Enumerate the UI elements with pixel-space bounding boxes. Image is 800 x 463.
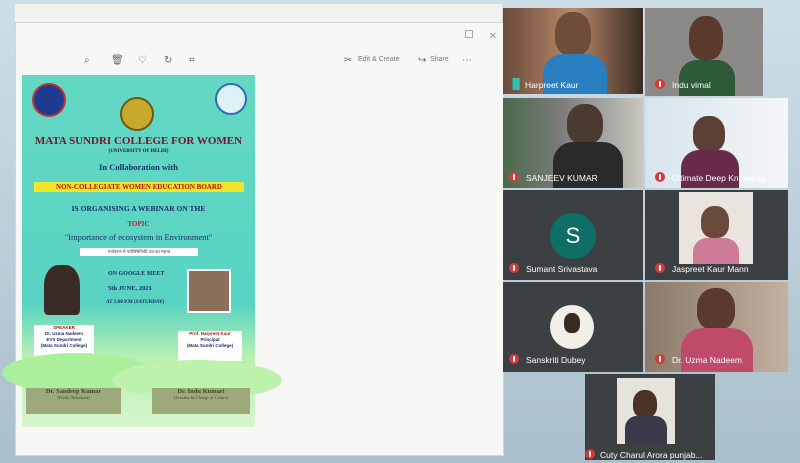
poster-hindi-topic: पर्यावरण में पारिस्थितिकी तंत्र का महत्त… (80, 248, 198, 256)
participant-avatar: S (550, 213, 596, 259)
mic-off-icon (655, 172, 665, 182)
participant-video (633, 390, 657, 418)
participant-video (693, 116, 725, 152)
coordinator-bar-right: Dr. Indu Kumari (Teacher In-Charge of Ce… (152, 388, 250, 414)
mic-off-icon (509, 263, 519, 273)
zoom-icon[interactable]: ⌕ (84, 55, 90, 66)
coordinator-role: (Public Relations) (57, 395, 90, 400)
participant-avatar (550, 305, 594, 349)
participant-video (564, 313, 580, 333)
participant-name: Dr. Uzma Nadeem (672, 355, 742, 365)
poster-university: (UNIVERSITY OF DELHI) (108, 149, 169, 154)
mic-off-icon (655, 79, 665, 89)
poster-organising: IS ORGANISING A WEBINAR ON THE (71, 204, 206, 213)
participant-video (693, 238, 739, 264)
favorite-icon[interactable]: ♡ (138, 55, 147, 66)
principal-card: Prof. Harpreet Kaur Principal (Mata Sund… (178, 331, 242, 361)
poster-college-name: MATA SUNDRI COLLEGE FOR WOMEN (34, 135, 243, 147)
coordinator-bar-left: Dr. Sandeep Kumar (Public Relations) (26, 388, 121, 414)
participant-name: Cuty Charul Arora punjab... (600, 450, 703, 460)
mic-off-icon (655, 354, 665, 364)
poster-time: AT 5:00 P.M (SATURDAY) (106, 300, 165, 305)
share-icon[interactable]: ↪ (418, 55, 426, 66)
delete-icon[interactable]: 🗑︎ (111, 55, 124, 66)
participant-video (679, 60, 735, 96)
webinar-poster: MATA SUNDRI COLLEGE FOR WOMEN (UNIVERSIT… (2, 75, 282, 427)
poster-platform: ON GOOGLE MEET (108, 271, 165, 277)
speaker-card-line: (Mata Sundri College) (40, 343, 88, 348)
participant-name: Indu vimal (672, 80, 711, 90)
coordinator-name: Dr. Sandeep Kumar (45, 388, 102, 395)
board-logo-icon (215, 83, 247, 115)
viewer-toolbar: ⌕ 🗑︎ ♡ ↻ ⌗ ✂ Edit & Create ↪ Share ⋯ (16, 51, 503, 73)
browser-top-strip (15, 4, 502, 22)
mic-off-icon (655, 263, 665, 273)
principal-photo (187, 269, 231, 313)
participant-video (697, 288, 735, 330)
participant-name: Jaspreet Kaur Mann (672, 264, 749, 274)
participant-video (617, 378, 675, 444)
emblem-icon (120, 97, 154, 131)
mic-off-icon (509, 354, 519, 364)
participant-tile[interactable] (585, 374, 715, 460)
participant-video (679, 192, 753, 264)
poster-topic: "Importance of ecosystem in Environment" (64, 232, 213, 242)
poster-board-name: NON-COLLEGIATE WOMEN EDUCATION BOARD (34, 182, 244, 192)
mic-off-icon (509, 172, 519, 182)
participant-video (555, 12, 591, 56)
edit-create-button[interactable]: Edit & Create (358, 56, 400, 63)
speaker-photo (44, 265, 80, 315)
participant-name: SANJEEV KUMAR (526, 173, 598, 183)
mic-off-icon (585, 449, 595, 459)
participant-video (701, 206, 729, 238)
rotate-icon[interactable]: ↻ (164, 55, 172, 66)
edit-icon[interactable]: ✂ (344, 55, 352, 66)
share-button[interactable]: Share (430, 56, 449, 63)
participant-video (567, 104, 603, 144)
participant-video (625, 416, 667, 444)
coordinator-name: Dr. Indu Kumari (177, 388, 225, 395)
principal-card-line: (Mata Sundri College) (186, 343, 234, 348)
participant-name: Ultimate Deep Knowledg... (672, 173, 773, 183)
maximize-icon[interactable] (465, 30, 473, 38)
coordinator-role: (Teacher In-Charge of Centre) (173, 395, 229, 400)
poster-date: 5th JUNE, 2021 (108, 285, 152, 292)
participant-name: Sumant Srivastava (526, 264, 598, 274)
participant-name: Sanskriti Dubey (526, 355, 586, 365)
participant-video (681, 328, 753, 372)
poster-topic-label: TOPIC (127, 220, 150, 228)
poster-collab: In Collaboration with (99, 162, 178, 172)
close-icon[interactable]: ✕ (489, 31, 497, 42)
college-logo-icon (32, 83, 66, 117)
more-icon[interactable]: ⋯ (462, 55, 472, 66)
audio-wave-icon: ▐▌ (509, 79, 524, 90)
participant-video (689, 16, 723, 60)
crop-icon[interactable]: ⌗ (189, 55, 195, 66)
participant-name: Harpreet Kaur (525, 80, 579, 90)
